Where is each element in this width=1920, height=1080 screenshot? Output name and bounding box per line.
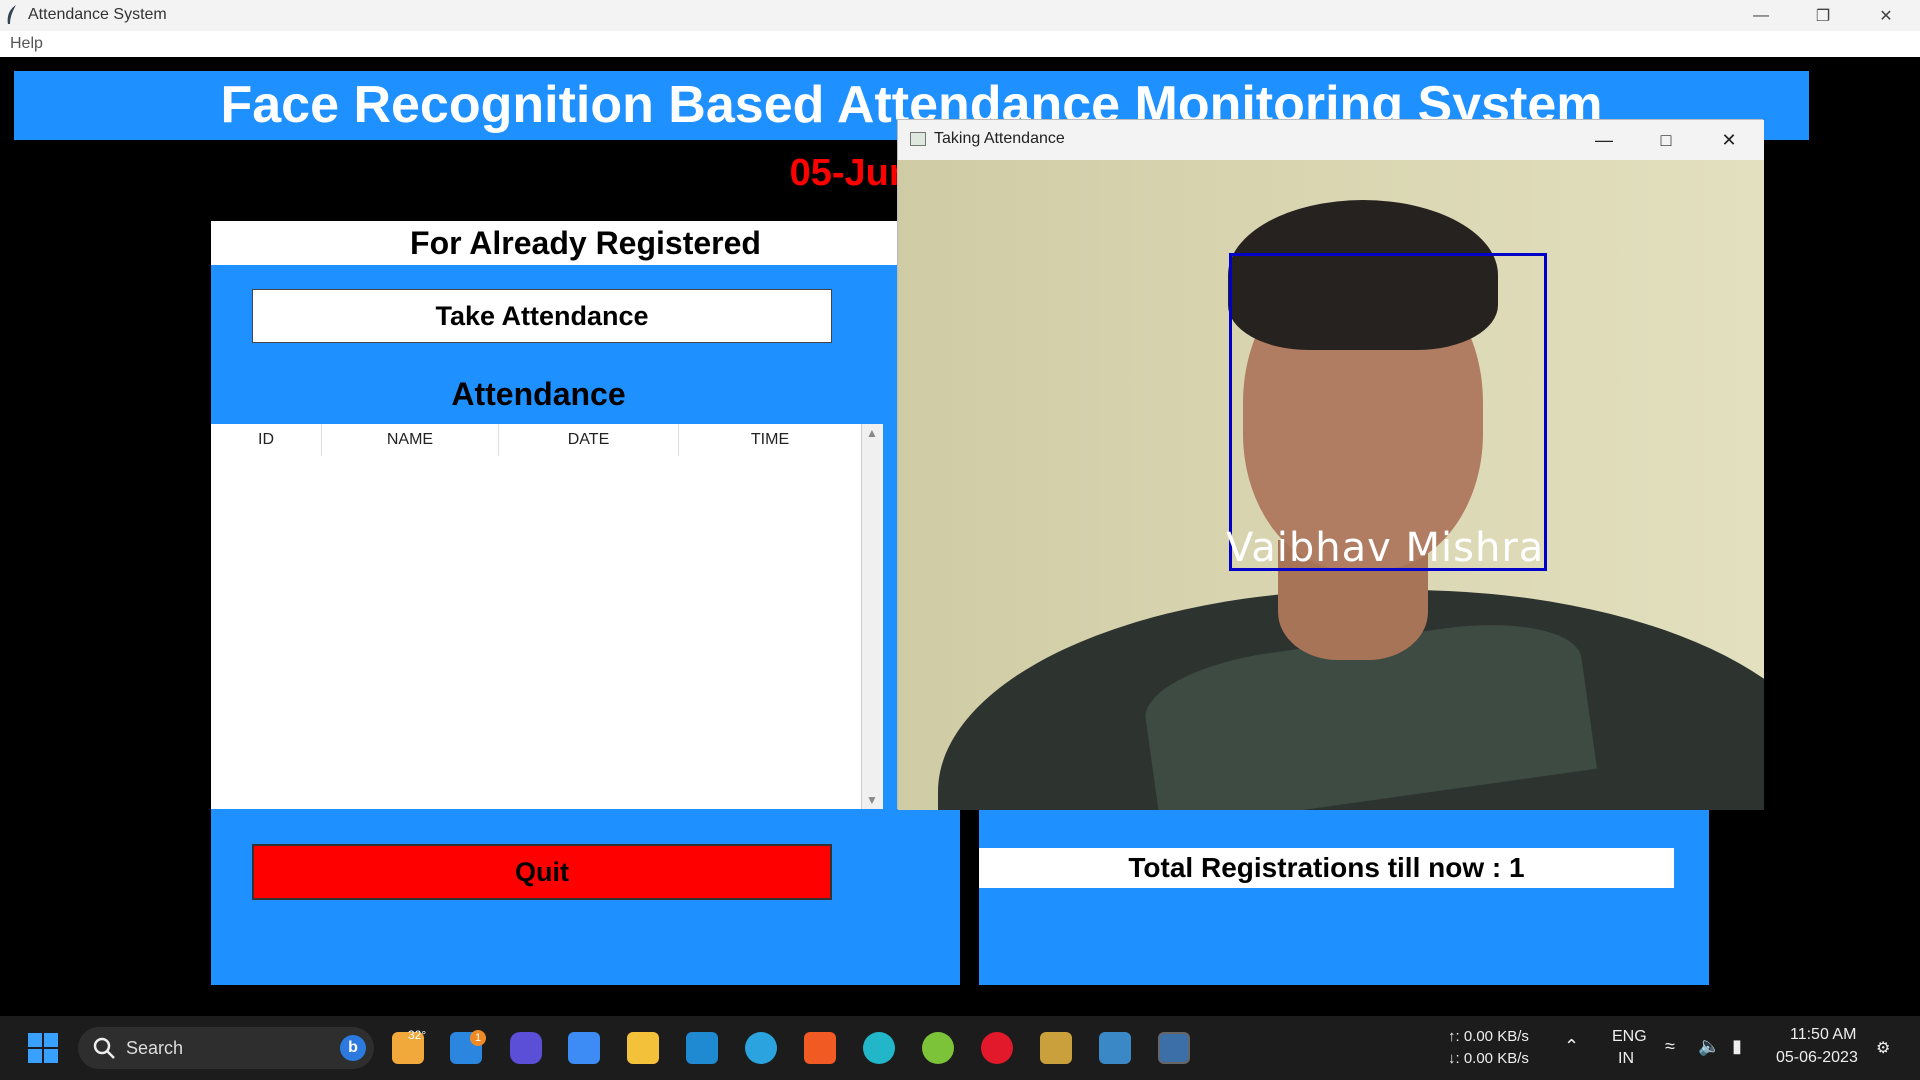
column-header-id[interactable]: ID bbox=[211, 424, 322, 456]
camera-window: Taking Attendance — □ ✕ Vaibhav Mishra bbox=[897, 119, 1764, 810]
chevron-up-icon[interactable]: ⌃ bbox=[1564, 1036, 1579, 1057]
quit-button[interactable]: Quit bbox=[252, 844, 832, 900]
face-detection-box bbox=[1229, 253, 1547, 571]
search-icon bbox=[93, 1037, 115, 1059]
vscode-icon[interactable] bbox=[686, 1032, 718, 1064]
camera-close-button[interactable]: ✕ bbox=[1698, 120, 1760, 160]
menu-help[interactable]: Help bbox=[10, 35, 43, 53]
title-bar: Attendance System — ❐ ✕ bbox=[0, 0, 1920, 31]
attendance-title: Attendance bbox=[451, 376, 626, 412]
scroll-up-icon[interactable]: ▲ bbox=[862, 426, 882, 440]
attendance-table[interactable]: ID NAME DATE TIME bbox=[211, 424, 861, 809]
close-button[interactable]: ✕ bbox=[1855, 0, 1917, 31]
opera-icon[interactable] bbox=[981, 1032, 1013, 1064]
volume-icon[interactable]: 🔈 bbox=[1698, 1036, 1720, 1057]
restore-button[interactable]: ❐ bbox=[1792, 0, 1854, 31]
bing-icon[interactable]: b bbox=[340, 1035, 366, 1061]
windows-start-icon[interactable] bbox=[28, 1033, 58, 1063]
column-header-name[interactable]: NAME bbox=[322, 424, 499, 456]
language-label[interactable]: ENG bbox=[1612, 1028, 1647, 1046]
clock-time[interactable]: 11:50 AM bbox=[1790, 1026, 1856, 1044]
copilot-icon[interactable] bbox=[510, 1032, 542, 1064]
registrations-panel: Total Registrations till now : 1 bbox=[979, 810, 1709, 985]
wifi-icon[interactable]: ≈ bbox=[1665, 1036, 1675, 1057]
brave-icon[interactable] bbox=[804, 1032, 836, 1064]
feather-icon bbox=[7, 5, 16, 24]
camera-feed: Vaibhav Mishra bbox=[898, 160, 1764, 810]
file-explorer-icon[interactable] bbox=[627, 1032, 659, 1064]
clock-date[interactable]: 05-06-2023 bbox=[1776, 1049, 1858, 1067]
search-placeholder: Search bbox=[126, 1038, 184, 1058]
scroll-down-icon[interactable]: ▼ bbox=[862, 793, 882, 807]
android-icon[interactable] bbox=[922, 1032, 954, 1064]
telegram-icon[interactable] bbox=[745, 1032, 777, 1064]
notepad-icon[interactable] bbox=[1099, 1032, 1131, 1064]
take-attendance-button[interactable]: Take Attendance bbox=[252, 289, 832, 343]
registrations-count: Total Registrations till now : 1 bbox=[979, 848, 1674, 888]
network-download: ↓: 0.00 KB/s bbox=[1448, 1050, 1529, 1067]
registered-panel: For Already Registered Take Attendance A… bbox=[211, 221, 960, 985]
camera-maximize-button[interactable]: □ bbox=[1635, 120, 1697, 160]
canva-icon[interactable] bbox=[863, 1032, 895, 1064]
camera-window-title: Taking Attendance bbox=[934, 130, 1065, 147]
panel-header: For Already Registered bbox=[211, 221, 960, 265]
network-upload: ↑: 0.00 KB/s bbox=[1448, 1028, 1529, 1045]
taskbar-search[interactable]: Search b bbox=[78, 1027, 374, 1069]
detected-name-label: Vaibhav Mishra bbox=[1226, 525, 1545, 571]
window-icon bbox=[910, 132, 926, 146]
battery-icon[interactable]: ▮ bbox=[1732, 1036, 1742, 1057]
camera-title-bar: Taking Attendance — □ ✕ bbox=[898, 120, 1764, 160]
mail-badge: 1 bbox=[470, 1030, 486, 1046]
window-title: Attendance System bbox=[28, 6, 167, 23]
table-scrollbar[interactable]: ▲ ▼ bbox=[861, 424, 883, 809]
column-header-date[interactable]: DATE bbox=[499, 424, 679, 456]
git-icon[interactable] bbox=[1040, 1032, 1072, 1064]
taskbar: Search b 32° 1 ↑: 0.00 KB/s ↓: 0.00 KB/s… bbox=[0, 1016, 1920, 1080]
camera-minimize-button[interactable]: — bbox=[1573, 120, 1635, 160]
minimize-button[interactable]: — bbox=[1730, 0, 1792, 31]
region-label[interactable]: IN bbox=[1618, 1050, 1634, 1068]
menu-bar: Help bbox=[0, 31, 1920, 57]
notification-icon[interactable]: ⚙ bbox=[1876, 1038, 1890, 1058]
python-icon[interactable] bbox=[1158, 1032, 1190, 1064]
column-header-time[interactable]: TIME bbox=[679, 424, 861, 456]
zoom-icon[interactable] bbox=[568, 1032, 600, 1064]
weather-temp: 32° bbox=[408, 1028, 427, 1042]
